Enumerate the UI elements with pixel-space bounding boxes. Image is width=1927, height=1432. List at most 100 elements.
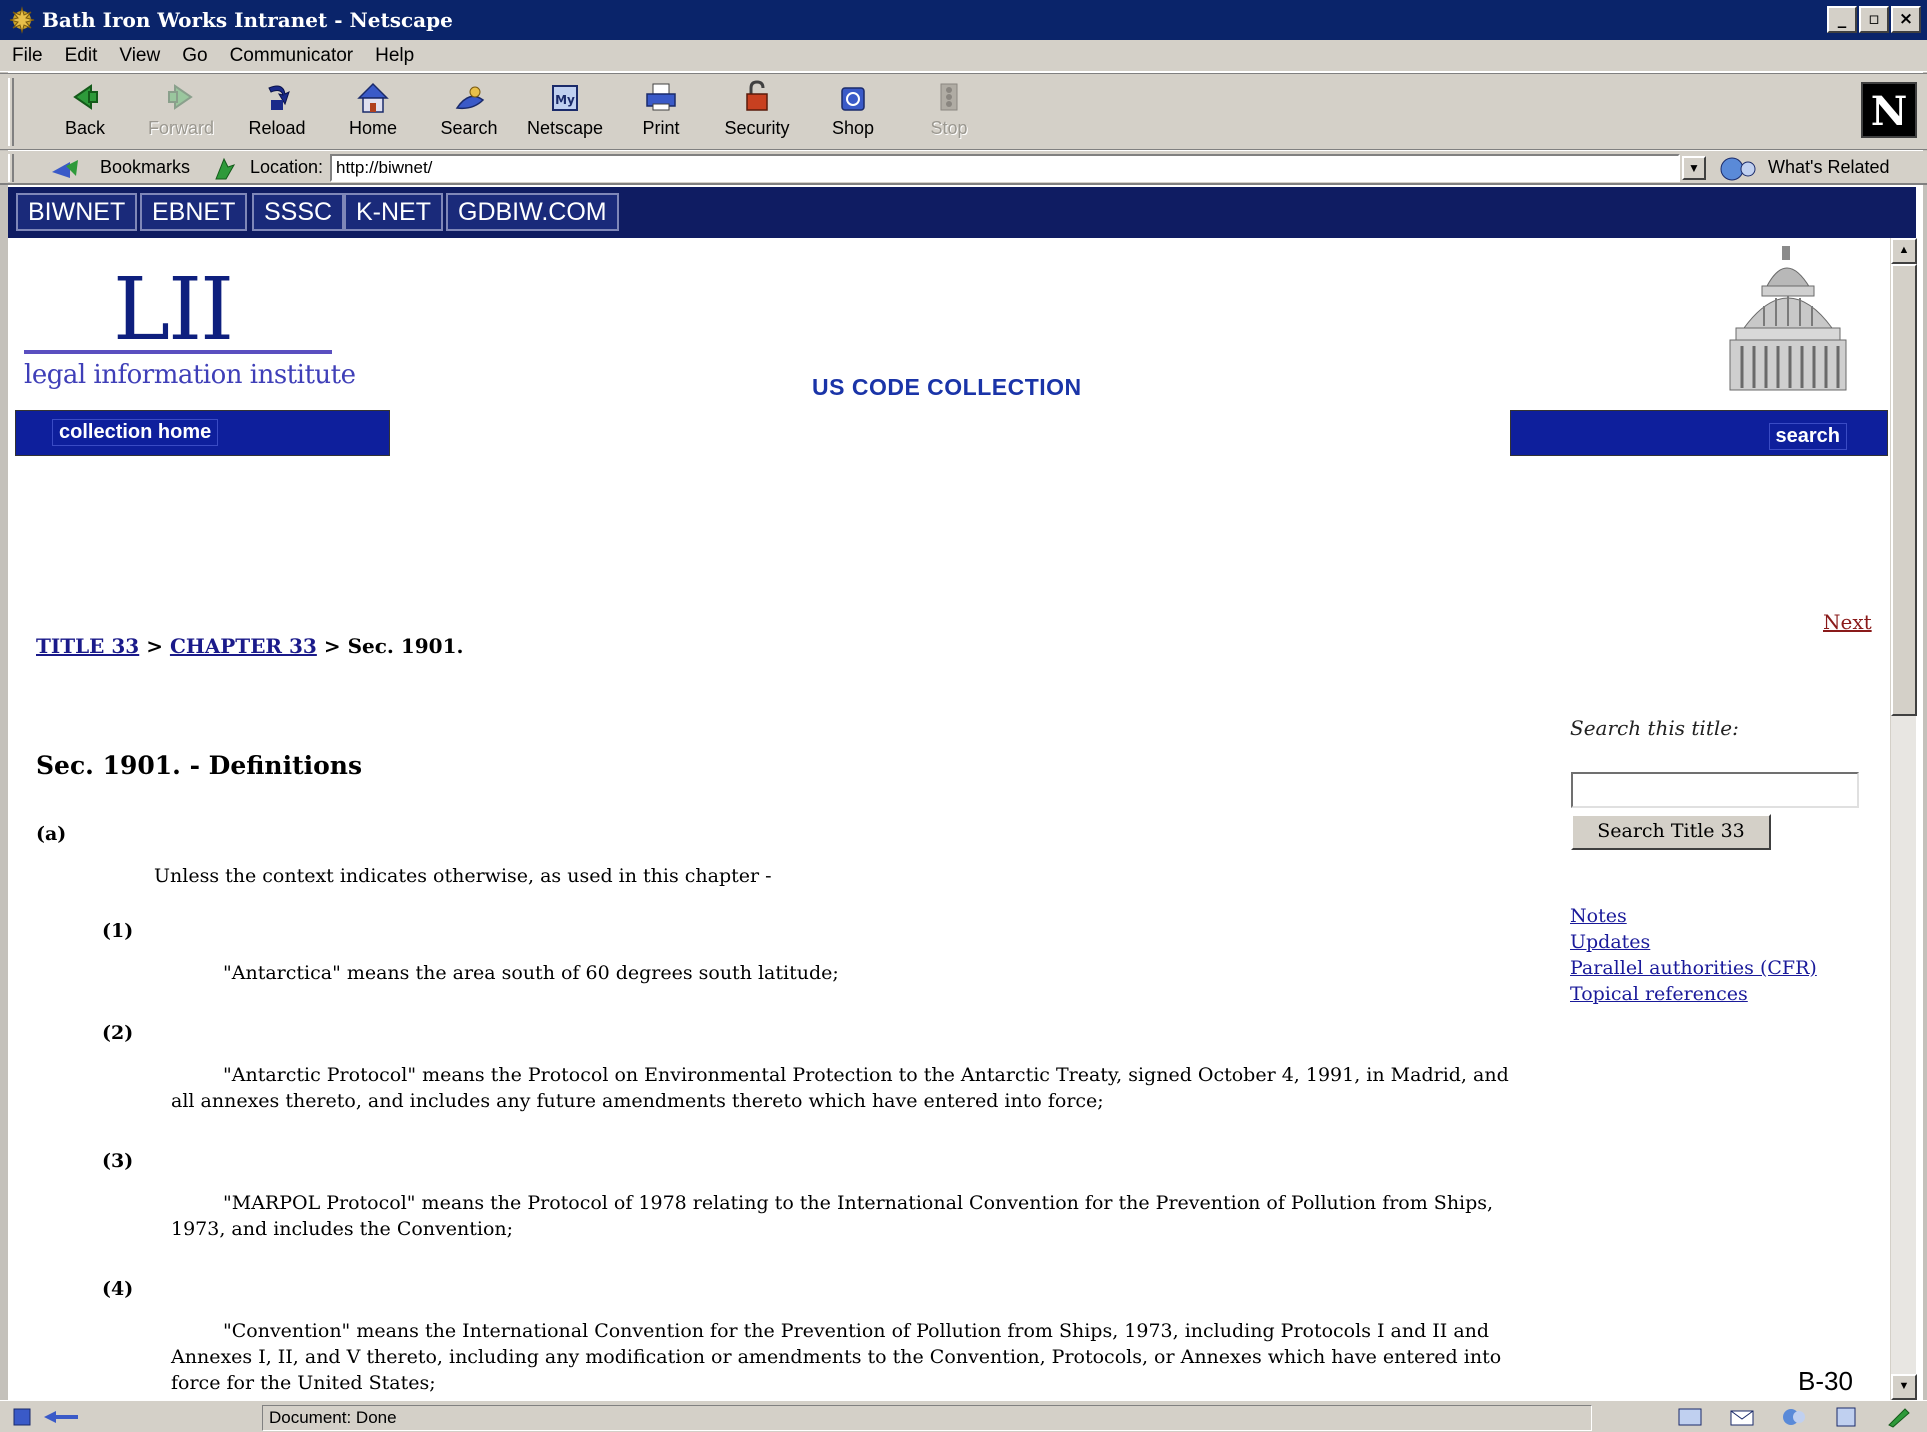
breadcrumb-separator: > [146,634,163,658]
notes-link[interactable]: Notes [1570,903,1817,929]
item-text: "MARPOL Protocol" means the Protocol of … [171,1192,1494,1240]
search-link[interactable]: search [1768,423,1847,450]
location-label: Location: [250,157,324,177]
collection-title: US CODE COLLECTION [812,374,1082,400]
vertical-scrollbar[interactable]: ▲ ▼ [1890,238,1917,1400]
search-title-input[interactable] [1571,772,1859,808]
paragraph-label: (a) [36,823,67,845]
breadcrumb-current: Sec. 1901. [347,634,464,658]
reload-button[interactable]: Reload [234,78,320,144]
item-label: (4) [102,1278,134,1300]
netscape-button[interactable]: My Netscape [522,78,608,144]
component-bar [1675,1405,1913,1429]
home-button[interactable]: Home [330,78,416,144]
maximize-button[interactable]: ▫ [1859,6,1889,33]
scroll-up-button[interactable]: ▲ [1891,238,1917,264]
nav-tab-biwnet[interactable]: BIWNET [16,193,138,231]
breadcrumb: TITLE 33 > CHAPTER 33 > Sec. 1901. [36,634,463,658]
item-text: "Antarctic Protocol" means the Protocol … [171,1064,1509,1112]
security-button[interactable]: Security [714,78,800,144]
window-title: Bath Iron Works Intranet - Netscape [42,8,453,32]
bookmarks-icon[interactable] [48,156,88,182]
search-button[interactable]: Search [426,78,512,144]
logo-divider [24,350,332,354]
capitol-dome-image [1729,246,1847,391]
scroll-down-button[interactable]: ▼ [1891,1374,1917,1400]
url-dropdown-button[interactable]: ▼ [1682,156,1706,180]
breadcrumb-chapter-link[interactable]: CHAPTER 33 [170,634,317,658]
back-button[interactable]: Back [42,78,128,144]
item-label: (2) [102,1022,134,1044]
title-bar: Bath Iron Works Intranet - Netscape _ ▫ … [0,0,1927,40]
nav-tab-ebnet[interactable]: EBNET [140,193,248,231]
close-button[interactable]: × [1891,6,1921,33]
reload-icon [268,85,290,110]
scroll-thumb[interactable] [1891,264,1917,716]
shop-bag-icon [841,87,865,111]
netscape-icon: My [552,85,578,111]
item-text: "Antarctica" means the area south of 60 … [223,962,839,984]
topical-references-link[interactable]: Topical references [1570,981,1817,1007]
collection-home-bar: collection home [15,410,390,456]
menu-communicator[interactable]: Communicator [230,45,354,67]
status-bar: Document: Done [0,1400,1927,1432]
toolbar-grip[interactable] [8,78,14,146]
item-label: (1) [102,920,134,942]
home-icon [357,82,389,113]
breadcrumb-title-link[interactable]: TITLE 33 [36,634,139,658]
menu-view[interactable]: View [119,45,160,67]
nav-tab-knet[interactable]: K-NET [344,193,443,231]
search-title-button[interactable]: Search Title 33 [1571,814,1771,850]
section-heading: Sec. 1901. - Definitions [36,751,363,780]
nav-tab-gdbiw[interactable]: GDBIW.COM [446,193,619,231]
composer-icon[interactable] [1883,1405,1913,1429]
navigator-icon[interactable] [1675,1405,1705,1429]
whats-related-label[interactable]: What's Related [1768,157,1890,178]
navigation-toolbar: Back Forward Reload Home Search My Netsc… [0,73,1927,150]
menu-help[interactable]: Help [375,45,414,67]
page-content: LII legal information institute US CODE … [8,238,1890,1400]
collection-home-link[interactable]: collection home [52,419,219,446]
mail-icon[interactable] [1727,1405,1757,1429]
menu-file[interactable]: File [12,45,43,67]
svg-text:My: My [555,93,575,107]
parallel-authorities-link[interactable]: Parallel authorities (CFR) [1570,955,1817,981]
address-book-icon[interactable] [1831,1405,1861,1429]
padlock-icon [746,80,768,111]
menu-bar: File Edit View Go Communicator Help [0,40,1927,72]
back-arrow-icon [73,84,98,110]
shop-button[interactable]: Shop [810,78,896,144]
url-field[interactable]: http://biwnet/ [330,154,1680,182]
stop-button[interactable]: Stop [906,78,992,144]
forward-button[interactable]: Forward [138,78,224,144]
bookmarks-label[interactable]: Bookmarks [100,157,190,178]
search-icon [455,86,485,110]
updates-link[interactable]: Updates [1570,929,1817,955]
stop-icon [940,83,958,111]
whats-related-icon[interactable] [1718,155,1764,183]
lii-logo[interactable]: LII [113,260,234,360]
location-bar: Bookmarks Location: http://biwnet/ ▼ Wha… [0,151,1927,185]
minimize-button[interactable]: _ [1827,6,1857,33]
printer-icon [646,83,676,111]
page-code-label: B-30 [1798,1366,1853,1396]
newsgroups-icon[interactable] [1779,1405,1809,1429]
netscape-app-icon [9,6,35,34]
security-status-icon[interactable] [10,1405,90,1429]
menu-go[interactable]: Go [182,45,207,67]
locbar-grip[interactable] [8,154,14,182]
lii-subtitle: legal information institute [24,360,356,390]
forward-arrow-icon [168,84,193,110]
related-links: Notes Updates Parallel authorities (CFR)… [1570,903,1817,1007]
print-button[interactable]: Print [618,78,704,144]
search-bar: search [1510,410,1888,456]
search-title-label: Search this title: [1570,716,1739,740]
item-text: "Convention" means the International Con… [171,1320,1502,1394]
status-text: Document: Done [262,1405,1592,1431]
location-icon[interactable] [212,157,238,181]
menu-edit[interactable]: Edit [65,45,98,67]
nav-tab-sssc[interactable]: SSSC [252,193,345,231]
next-link[interactable]: Next [1823,610,1872,634]
netscape-logo-icon[interactable]: N [1861,82,1917,138]
intranet-nav-bar: BIWNET EBNET SSSC K-NET GDBIW.COM [8,187,1916,238]
